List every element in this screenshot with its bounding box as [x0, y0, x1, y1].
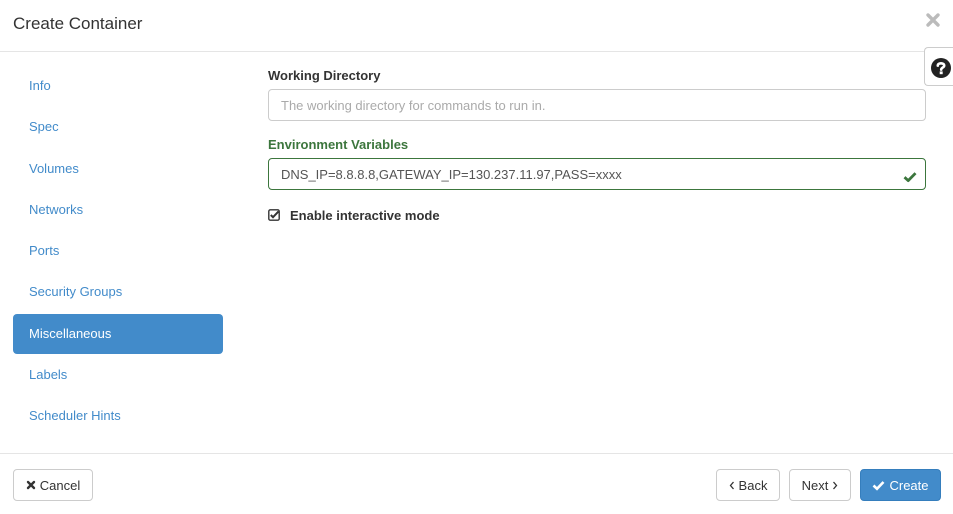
checked-checkbox-icon [268, 209, 280, 221]
next-button[interactable]: Next [789, 469, 851, 501]
nav-item-spec[interactable]: Spec [13, 107, 223, 147]
working-directory-input[interactable] [268, 89, 926, 121]
nav-item-security-groups[interactable]: Security Groups [13, 272, 223, 312]
create-label: Create [889, 477, 929, 493]
working-directory-group: Working Directory [268, 68, 926, 121]
nav-item-info[interactable]: Info [13, 66, 223, 106]
environment-variables-group: Environment Variables [268, 137, 926, 190]
close-button[interactable] [925, 11, 941, 29]
interactive-mode-label[interactable]: Enable interactive mode [290, 208, 440, 223]
nav-item-volumes[interactable]: Volumes [13, 149, 223, 189]
nav-item-labels[interactable]: Labels [13, 355, 223, 395]
working-directory-label: Working Directory [268, 68, 381, 83]
next-label: Next [801, 477, 829, 493]
valid-check-icon [903, 171, 917, 186]
nav-item-networks[interactable]: Networks [13, 190, 223, 230]
modal-title: Create Container [13, 14, 143, 33]
question-circle-icon [931, 58, 951, 78]
back-button[interactable]: Back [716, 469, 780, 501]
chevron-right-icon [833, 481, 838, 489]
check-icon [873, 480, 885, 491]
close-icon [26, 480, 35, 490]
wizard-nav: Info Spec Volumes Networks Ports Securit… [13, 66, 223, 438]
create-button[interactable]: Create [860, 469, 941, 501]
interactive-mode-checkbox[interactable] [268, 209, 280, 224]
nav-item-scheduler-hints[interactable]: Scheduler Hints [13, 396, 223, 436]
nav-item-miscellaneous[interactable]: Miscellaneous [13, 313, 223, 354]
environment-variables-input[interactable] [268, 158, 926, 190]
environment-variables-label: Environment Variables [268, 137, 409, 152]
help-button[interactable] [924, 47, 953, 86]
modal-header: Create Container [0, 0, 953, 52]
form-content: Working Directory Environment Variables … [268, 68, 926, 226]
cancel-label: Cancel [39, 477, 81, 493]
nav-item-ports[interactable]: Ports [13, 231, 223, 271]
cancel-button[interactable]: Cancel [13, 469, 93, 501]
modal-footer: Cancel Back Next Create [0, 453, 953, 514]
back-label: Back [738, 477, 768, 493]
interactive-mode-checkbox-row: Enable interactive mode [268, 206, 926, 226]
close-icon [926, 13, 940, 27]
chevron-left-icon [729, 481, 734, 489]
